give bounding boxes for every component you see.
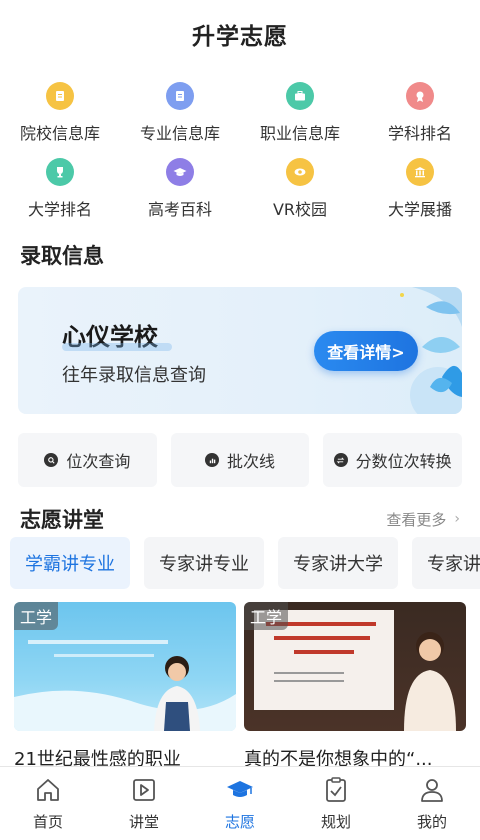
briefcase-icon: [286, 82, 314, 110]
lecture-cards: 工学 21世纪最性感的职业 工学 真的不是你想象中的“...: [14, 602, 466, 771]
lecture-section-header: 志愿讲堂 查看更多 ›: [0, 504, 480, 534]
tabbar-label: 讲堂: [128, 813, 159, 831]
tabbar-plan[interactable]: 规划: [288, 767, 384, 840]
grid-item-major-db[interactable]: 专业信息库: [120, 78, 240, 154]
admission-section-title: 录取信息: [20, 244, 104, 268]
video-card[interactable]: 工学 21世纪最性感的职业: [14, 602, 236, 771]
category-tag: 工学: [244, 602, 289, 630]
lecture-section-title: 志愿讲堂: [20, 508, 104, 532]
quick-label: 位次查询: [66, 452, 131, 471]
tabbar-label: 规划: [320, 813, 351, 831]
trophy-icon: [46, 158, 74, 186]
chevron-right-icon: ›: [454, 511, 460, 527]
tabbar-mine[interactable]: 我的: [384, 767, 480, 840]
grid-item-vr-campus[interactable]: VR校园: [240, 154, 360, 230]
rank-query-button[interactable]: 位次查询: [18, 433, 157, 487]
swap-icon: [333, 453, 348, 467]
university-building-icon: [406, 158, 434, 186]
school-doc-icon: [46, 82, 74, 110]
tabbar-lecture[interactable]: 讲堂: [96, 767, 192, 840]
home-icon: [37, 779, 59, 801]
quick-label: 分数位次转换: [355, 452, 452, 471]
grid-label: 专业信息库: [139, 124, 220, 143]
view-details-button[interactable]: 查看详情>: [314, 331, 418, 371]
user-icon: [421, 779, 443, 802]
video-thumbnail: 工学: [244, 602, 466, 731]
bar-chart-icon: [205, 453, 219, 467]
grid-label: 高考百科: [147, 200, 212, 219]
grid-label: VR校园: [272, 200, 328, 219]
feature-grid: 院校信息库 专业信息库 职业信息库 学科排名 大学排名 高考百科 VR校园 大学…: [0, 68, 480, 230]
video-thumbnail: 工学: [14, 602, 236, 731]
quick-actions: 位次查询 批次线 分数位次转换: [18, 433, 463, 487]
tabbar-home[interactable]: 首页: [0, 767, 96, 840]
grid-label: 学科排名: [387, 124, 452, 143]
tab-top-student-major[interactable]: 学霸讲专业: [10, 537, 130, 589]
tab-expert-university[interactable]: 专家讲大学: [278, 537, 398, 589]
grid-item-university-rank[interactable]: 大学排名: [0, 154, 120, 230]
grid-label: 大学展播: [387, 200, 452, 219]
vr-eye-icon: [286, 158, 314, 186]
clipboard-check-icon: [326, 777, 346, 802]
view-more-link[interactable]: 查看更多 ›: [386, 509, 460, 530]
video-card[interactable]: 工学 真的不是你想象中的“...: [244, 602, 466, 771]
quick-label: 批次线: [227, 452, 276, 471]
medal-icon: [406, 82, 434, 110]
batch-line-button[interactable]: 批次线: [170, 433, 310, 487]
search-icon: [44, 453, 59, 467]
lecture-tabs: 学霸讲专业 专家讲专业 专家讲大学 专家讲: [10, 537, 480, 589]
view-more-label: 查看更多: [386, 510, 447, 529]
score-rank-convert-button[interactable]: 分数位次转换: [323, 433, 463, 487]
tab-expert-more[interactable]: 专家讲: [412, 537, 480, 589]
tabbar-label: 首页: [32, 813, 63, 831]
banner-subtitle: 往年录取信息查询: [62, 365, 206, 386]
grid-label: 职业信息库: [259, 124, 340, 143]
tabbar-label: 志愿: [224, 813, 255, 831]
tab-expert-major[interactable]: 专家讲专业: [144, 537, 264, 589]
grid-item-career-db[interactable]: 职业信息库: [240, 78, 360, 154]
bottom-tab-bar: 首页 讲堂 志愿 规划 我的: [0, 766, 480, 840]
grid-item-gaokao-wiki[interactable]: 高考百科: [120, 154, 240, 230]
admission-banner[interactable]: 心仪学校 往年录取信息查询 查看详情>: [18, 287, 462, 414]
grid-item-subject-rank[interactable]: 学科排名: [360, 78, 480, 154]
grid-item-university-showcase[interactable]: 大学展播: [360, 154, 480, 230]
video-play-icon: [133, 779, 155, 801]
major-doc-icon: [166, 82, 194, 110]
grid-label: 院校信息库: [19, 124, 100, 143]
top-header: 升学志愿: [0, 0, 480, 68]
tabbar-volunteer[interactable]: 志愿: [192, 767, 288, 840]
grid-item-school-db[interactable]: 院校信息库: [0, 78, 120, 154]
title-highlight: [62, 343, 172, 351]
page-title: 升学志愿: [192, 24, 288, 50]
graduation-cap-icon: [166, 158, 194, 186]
tabbar-label: 我的: [416, 813, 447, 831]
category-tag: 工学: [14, 602, 59, 630]
grid-label: 大学排名: [27, 200, 92, 219]
graduation-cap-icon: [227, 781, 253, 797]
